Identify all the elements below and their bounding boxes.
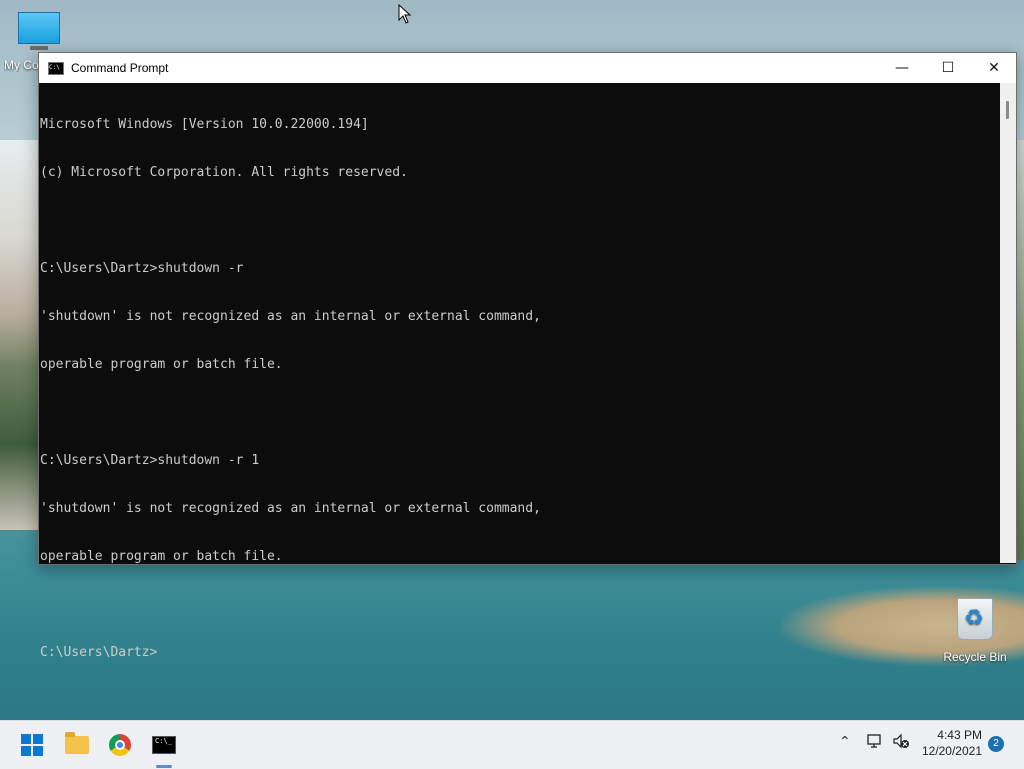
computer-stand [30, 46, 48, 50]
close-button[interactable]: ✕ [971, 53, 1017, 83]
title-bar[interactable]: C:\ Command Prompt — ☐ ✕ [39, 53, 1016, 83]
folder-icon [65, 732, 89, 754]
maximize-button[interactable]: ☐ [925, 53, 971, 83]
console-line: 'shutdown' is not recognized as an inter… [40, 501, 541, 516]
mouse-cursor-icon [398, 4, 412, 24]
vertical-scrollbar[interactable] [1000, 83, 1016, 563]
console-line: 'shutdown' is not recognized as an inter… [40, 309, 541, 324]
console-line: Microsoft Windows [Version 10.0.22000.19… [40, 117, 369, 132]
scrollbar-thumb[interactable] [1006, 101, 1009, 119]
console-line: (c) Microsoft Corporation. All rights re… [40, 165, 408, 180]
chrome-icon [109, 734, 131, 756]
minimize-button[interactable]: — [879, 53, 925, 83]
console-output[interactable]: Microsoft Windows [Version 10.0.22000.19… [39, 83, 999, 660]
taskbar-chrome[interactable] [104, 729, 136, 761]
windows-start-icon [21, 734, 43, 756]
cmd-icon: C:\_ [152, 736, 176, 754]
taskbar-command-prompt[interactable]: C:\_ [148, 729, 180, 761]
console-line: C:\Users\Dartz>shutdown -r 1 [40, 453, 260, 468]
window-title: Command Prompt [71, 61, 169, 75]
console-line: operable program or batch file. [40, 357, 283, 372]
show-hidden-icons-button[interactable]: ⌃ [839, 734, 851, 750]
network-icon[interactable] [866, 733, 884, 749]
clock-date[interactable]: 12/20/2021 [910, 744, 982, 758]
clock-time[interactable]: 4:43 PM [910, 728, 982, 742]
taskbar-file-explorer[interactable] [61, 729, 93, 761]
console-prompt[interactable]: C:\Users\Dartz> [40, 645, 999, 661]
console-line: C:\Users\Dartz>shutdown -r [40, 261, 244, 276]
command-prompt-window[interactable]: C:\ Command Prompt — ☐ ✕ Microsoft Windo… [38, 52, 1017, 660]
start-button[interactable] [16, 729, 48, 761]
console-line: operable program or batch file. [40, 549, 283, 564]
volume-muted-icon[interactable] [892, 733, 910, 749]
notification-badge[interactable]: 2 [988, 736, 1004, 752]
computer-icon [18, 12, 60, 44]
cmd-icon: C:\ [48, 61, 64, 75]
